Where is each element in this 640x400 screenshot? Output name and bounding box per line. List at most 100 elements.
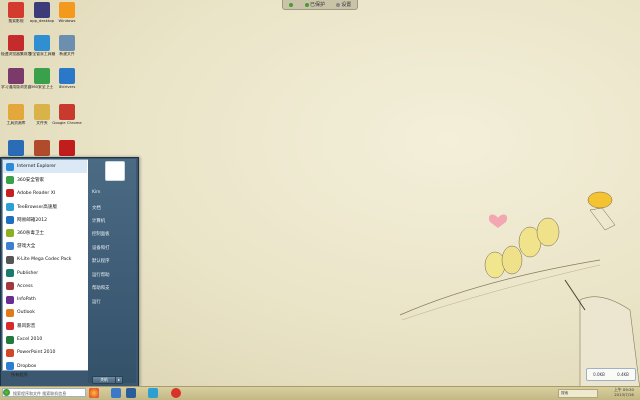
start-menu-program-item[interactable]: InfoPath	[3, 293, 87, 306]
app-icon	[34, 35, 50, 51]
tray-search-label: 搜索	[561, 391, 569, 395]
start-menu-right-link[interactable]: 设备和打	[92, 245, 110, 251]
program-label: K-Lite Mega Codec Pack	[17, 257, 72, 263]
start-menu-right-link[interactable]: 默认程序	[92, 258, 110, 264]
start-menu-right-link[interactable]: 运行	[92, 299, 101, 305]
user-avatar[interactable]	[105, 161, 125, 181]
program-icon	[6, 269, 14, 278]
shutdown-label: 关机	[100, 377, 108, 382]
file-manager-icon[interactable]	[111, 388, 121, 398]
program-icon	[6, 308, 14, 317]
program-icon	[6, 242, 14, 251]
shutdown-options-button[interactable]: ▸	[115, 376, 123, 384]
topbar-item-label: 已保护	[309, 2, 325, 8]
app-icon	[34, 2, 50, 18]
system-clock[interactable]: 上午 09:30 2013/7/16	[609, 387, 639, 397]
player-icon[interactable]	[171, 388, 181, 398]
start-menu-right-link[interactable]: 计算机	[92, 218, 105, 224]
start-menu-right-link[interactable]: 帮助和支	[92, 285, 110, 291]
start-menu-program-item[interactable]: Adobe Reader XI	[3, 187, 87, 200]
program-label: 360杀毒卫士	[17, 231, 45, 237]
program-icon	[6, 348, 14, 357]
start-menu-program-item[interactable]: K-Lite Mega Codec Pack	[3, 253, 87, 266]
start-menu-program-item[interactable]: 360杀毒卫士	[3, 226, 87, 239]
start-menu-program-item[interactable]: TeeBrowser高速版	[3, 200, 87, 213]
program-icon	[6, 322, 14, 331]
desktop-icon[interactable]: IEdrivers	[52, 68, 82, 96]
settings-button[interactable]: 设置	[334, 1, 353, 8]
app-icon	[59, 2, 75, 18]
app-icon	[8, 68, 24, 84]
desktop-icon-label: Windows	[58, 19, 76, 23]
desktop: 已保护 设置 搜索影视 app_desktop Windows 极速浏览器集成包 安全管…	[0, 0, 640, 400]
program-icon	[6, 229, 14, 238]
desktop-icon[interactable]: Google Chrome	[52, 104, 82, 132]
app-icon	[59, 104, 75, 120]
program-icon	[6, 295, 14, 304]
start-menu-right-link[interactable]: 运行帮助	[92, 272, 110, 278]
start-search-input[interactable]: 搜索程序和文件 搜索联机信息	[2, 388, 86, 397]
start-menu-program-item[interactable]: Outlook	[3, 306, 87, 319]
floating-toolbar: 已保护 设置	[282, 0, 358, 10]
desktop-icon[interactable]: 新建文件	[52, 35, 82, 63]
program-icon	[6, 215, 14, 224]
start-menu-program-item[interactable]: Dropbox	[3, 359, 87, 372]
program-label: Access	[17, 283, 33, 289]
shutdown-button[interactable]: 关机	[92, 376, 116, 384]
browser-icon[interactable]	[148, 388, 158, 398]
start-menu-program-item[interactable]: Access	[3, 280, 87, 293]
start-button[interactable]	[3, 389, 10, 396]
start-menu-program-item[interactable]: 网易邮箱2012	[3, 213, 87, 226]
app-icon	[59, 68, 75, 84]
wallpaper-illustration	[399, 191, 640, 390]
program-icon	[6, 255, 14, 264]
shield-icon	[304, 2, 309, 7]
app-icon	[8, 2, 24, 18]
program-label: TeeBrowser高速版	[17, 204, 58, 210]
app-icon	[34, 104, 50, 120]
app-icon	[8, 140, 24, 156]
desktop-icon[interactable]: Windows	[52, 2, 82, 30]
start-menu-program-item[interactable]: PowerPoint 2010	[3, 346, 87, 359]
tray-search-box[interactable]: 搜索	[558, 389, 598, 398]
all-programs-button[interactable]: 所有程序	[3, 372, 87, 379]
app-icon	[34, 68, 50, 84]
clock-date: 2013/7/16	[614, 392, 634, 397]
program-label: Adobe Reader XI	[17, 190, 56, 196]
all-programs-label: 所有程序	[11, 372, 28, 377]
desktop-icon-label: 新建文件	[59, 52, 75, 56]
program-label: 360安全管家	[17, 177, 45, 183]
download-speed: 0.4KB	[617, 372, 629, 377]
gear-icon	[336, 2, 341, 7]
desktop-icon-label: Google Chrome	[52, 121, 82, 125]
protected-status[interactable]: 已保护	[303, 1, 327, 8]
topbar-item-label: 设置	[341, 2, 352, 8]
app-icon	[59, 140, 75, 156]
network-speed-widget[interactable]: 0.0KB 0.4KB	[586, 368, 636, 381]
start-menu-right-link[interactable]: Kim	[92, 190, 100, 195]
protect-toggle[interactable]	[287, 2, 296, 7]
start-menu-program-item[interactable]: 暴风影音	[3, 320, 87, 333]
start-menu-right-link[interactable]: 控制面板	[92, 231, 110, 237]
program-label: Publisher	[17, 270, 39, 276]
program-label: Outlook	[17, 310, 35, 316]
program-icon	[6, 175, 14, 184]
program-label: 游戏大全	[17, 244, 36, 250]
media-icon[interactable]	[126, 388, 136, 398]
app-icon	[8, 35, 24, 51]
program-icon	[6, 282, 14, 291]
program-label: PowerPoint 2010	[17, 350, 56, 356]
start-menu-programs: Internet Explorer 360安全管家 Adobe Reader XI T…	[3, 160, 87, 373]
program-label: 网易邮箱2012	[17, 217, 48, 223]
start-menu-program-item[interactable]: Internet Explorer	[3, 160, 87, 174]
program-icon	[6, 202, 14, 211]
app-icon	[8, 104, 24, 120]
chrome-icon[interactable]	[89, 388, 99, 398]
start-menu-program-item[interactable]: Publisher	[3, 266, 87, 279]
start-menu-program-item[interactable]: 游戏大全	[3, 240, 87, 253]
start-menu-program-item[interactable]: 360安全管家	[3, 173, 87, 186]
start-menu-right-link[interactable]: 文档	[92, 205, 101, 211]
upload-speed: 0.0KB	[593, 372, 605, 377]
start-menu-program-item[interactable]: Excel 2010	[3, 333, 87, 346]
leaf-icon	[288, 2, 293, 7]
